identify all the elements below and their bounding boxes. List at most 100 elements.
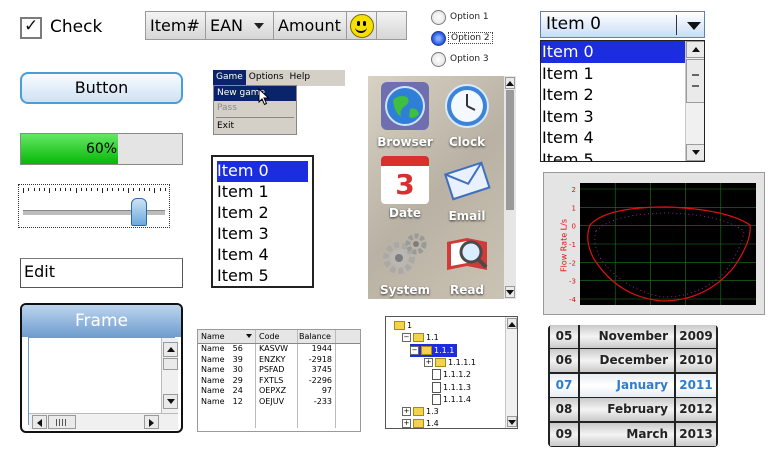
menu-help[interactable]: Help (287, 70, 314, 86)
column-header-ean[interactable]: EAN (206, 12, 274, 39)
list-item[interactable]: Item 3 (217, 224, 308, 245)
scroll-left-button[interactable] (32, 415, 47, 429)
picker-row[interactable]: 05 November 2009 (548, 325, 718, 349)
menu-game[interactable]: Game (213, 70, 246, 86)
list-item[interactable]: Item 5 (217, 266, 308, 287)
combobox[interactable]: Item 0 (540, 11, 705, 38)
list-item[interactable]: Item 0 (217, 161, 308, 182)
scroll-thumb[interactable] (163, 358, 178, 370)
app-read[interactable]: Read (432, 230, 502, 297)
app-system[interactable]: System (370, 230, 440, 297)
collapse-icon[interactable]: − (410, 345, 419, 355)
grid-header-code[interactable]: Code (256, 330, 298, 343)
picker-year[interactable]: 2012 (676, 398, 716, 422)
picker-row[interactable]: 06 December 2010 (548, 349, 718, 373)
scroll-thumb[interactable] (506, 90, 514, 210)
list-item[interactable]: Item 0 (541, 41, 686, 63)
picker-month[interactable]: January (580, 373, 674, 397)
menu-item-exit[interactable]: Exit (214, 119, 296, 134)
tree-node[interactable]: +1.1.1.1 (424, 356, 476, 369)
list-item[interactable]: Item 2 (217, 203, 308, 224)
picker-year[interactable]: 2010 (676, 349, 716, 373)
column-header-item[interactable]: Item# (146, 12, 206, 39)
frame-vertical-scrollbar[interactable] (161, 338, 178, 413)
picker-day[interactable]: 05 (550, 325, 578, 348)
push-button[interactable]: Button (20, 72, 183, 104)
expand-icon[interactable]: + (402, 407, 411, 417)
scroll-up-button[interactable] (505, 77, 515, 89)
app-email[interactable]: Email (432, 156, 502, 223)
tree-node[interactable]: 1.1.1.4 (432, 393, 471, 406)
scroll-down-button[interactable] (686, 144, 704, 161)
frame-horizontal-scrollbar[interactable] (29, 413, 178, 430)
scroll-down-button[interactable] (507, 416, 517, 427)
grid-header-balance[interactable]: Balance (298, 330, 336, 343)
table-row[interactable]: Name 29 FXTLS -2296 (198, 375, 360, 386)
picker-day[interactable]: 08 (550, 398, 578, 422)
table-row[interactable]: Name 12 OEJUV -233 (198, 396, 360, 407)
table-row[interactable]: Name 30 PSFAD 3745 (198, 365, 360, 376)
table-row[interactable]: Name 39 ENZKY -2918 (198, 354, 360, 365)
picker-day[interactable]: 07 (550, 373, 578, 397)
radio-option-3[interactable] (431, 52, 446, 67)
list-item[interactable]: Item 1 (217, 182, 308, 203)
scroll-down-button[interactable] (505, 286, 515, 298)
expand-icon[interactable]: + (402, 419, 411, 428)
radio-option-2[interactable] (431, 31, 446, 46)
tree-scrollbar[interactable] (505, 317, 517, 428)
expand-icon[interactable]: + (424, 357, 433, 367)
picker-year[interactable]: 2011 (676, 373, 716, 397)
picker-month[interactable]: March (580, 422, 674, 446)
table-row[interactable]: Name 24 OEPXZ 97 (198, 386, 360, 397)
check-checkbox[interactable]: ✓ (20, 16, 42, 39)
tree-node[interactable]: − 1.1.1 (410, 343, 458, 357)
picker-row[interactable]: 07 January 2011 (548, 373, 718, 398)
list-item[interactable]: Item 4 (217, 245, 308, 266)
tree-node[interactable]: 1 (394, 319, 412, 332)
list-item[interactable]: Item 4 (541, 127, 686, 149)
launcher-scrollbar[interactable] (504, 76, 516, 299)
picker-year[interactable]: 2013 (676, 422, 716, 446)
slider[interactable] (18, 184, 170, 228)
app-browser[interactable]: Browser (370, 82, 440, 149)
picker-row[interactable]: 08 February 2012 (548, 398, 718, 422)
radio-option-1[interactable] (431, 10, 446, 25)
column-header-emoji[interactable] (347, 12, 377, 39)
grid-header-name[interactable]: Name (198, 330, 256, 343)
picker-row[interactable]: 09 March 2013 (548, 422, 718, 447)
vertical-scrollbar[interactable] (685, 41, 704, 161)
list-item[interactable]: Item 5 (541, 149, 686, 162)
app-date[interactable]: 3 Date (370, 156, 440, 220)
app-clock[interactable]: Clock (432, 82, 502, 149)
picker-month[interactable]: December (580, 349, 674, 373)
scroll-thumb[interactable] (686, 59, 704, 103)
edit-field[interactable]: Edit (20, 258, 183, 288)
tree-node[interactable]: 1.1.1.2 (432, 368, 471, 381)
scroll-up-button[interactable] (507, 318, 517, 329)
tree-node[interactable]: 1.1.1.3 (432, 381, 471, 394)
scroll-thumb[interactable] (48, 415, 76, 429)
list-item[interactable]: Item 1 (541, 63, 686, 85)
column-header-amount[interactable]: Amount (274, 12, 347, 39)
table-row[interactable]: Name 56 KASVW 1944 (198, 344, 360, 355)
collapse-icon[interactable]: − (402, 333, 411, 343)
picker-day[interactable]: 06 (550, 349, 578, 373)
date-picker[interactable]: 05 November 2009 06 December 2010 07 January 201… (548, 325, 718, 447)
list-item[interactable]: Item 3 (541, 106, 686, 128)
scroll-up-button[interactable] (686, 41, 704, 58)
tree-node[interactable]: +1.4 (402, 417, 439, 428)
picker-year[interactable]: 2009 (676, 325, 716, 348)
menu-options[interactable]: Options (246, 70, 287, 86)
picker-day[interactable]: 09 (550, 422, 578, 446)
scroll-down-button[interactable] (163, 394, 178, 409)
chevron-down-icon[interactable] (687, 22, 701, 30)
tree-node[interactable]: +1.3 (402, 405, 439, 418)
list-item[interactable]: Item 2 (541, 84, 686, 106)
scroll-right-button[interactable] (144, 415, 159, 429)
slider-thumb[interactable] (130, 198, 147, 226)
tree-node[interactable]: − 1.1 (402, 331, 439, 344)
menu-item-new-game[interactable]: New game (214, 86, 296, 106)
picker-month[interactable]: February (580, 398, 674, 422)
picker-month[interactable]: November (580, 325, 674, 348)
scroll-up-button[interactable] (163, 342, 178, 357)
